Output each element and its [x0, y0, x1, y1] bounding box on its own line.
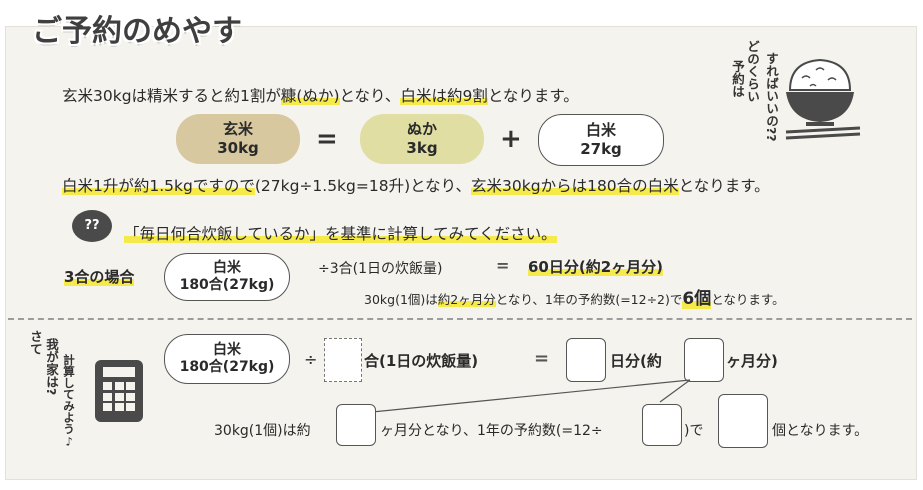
- reservation-count-input[interactable]: [718, 394, 768, 448]
- worksheet-row2-b: ヶ月分となり、1年の予約数(=12÷: [380, 423, 603, 439]
- months-copy-input[interactable]: [336, 404, 376, 446]
- divisor-input[interactable]: [642, 404, 682, 446]
- worksheet-row2-d: 個となります。: [772, 423, 869, 439]
- worksheet-row2-c: )で: [684, 423, 704, 439]
- worksheet-row2-a: 30kg(1個)は約: [214, 423, 311, 439]
- connector-lines: [371, 379, 691, 413]
- rice-reservation-guide: ご予約のめやす どのくらい 予約は すればいいの?? 玄米30kgは精米すると約…: [0, 0, 923, 490]
